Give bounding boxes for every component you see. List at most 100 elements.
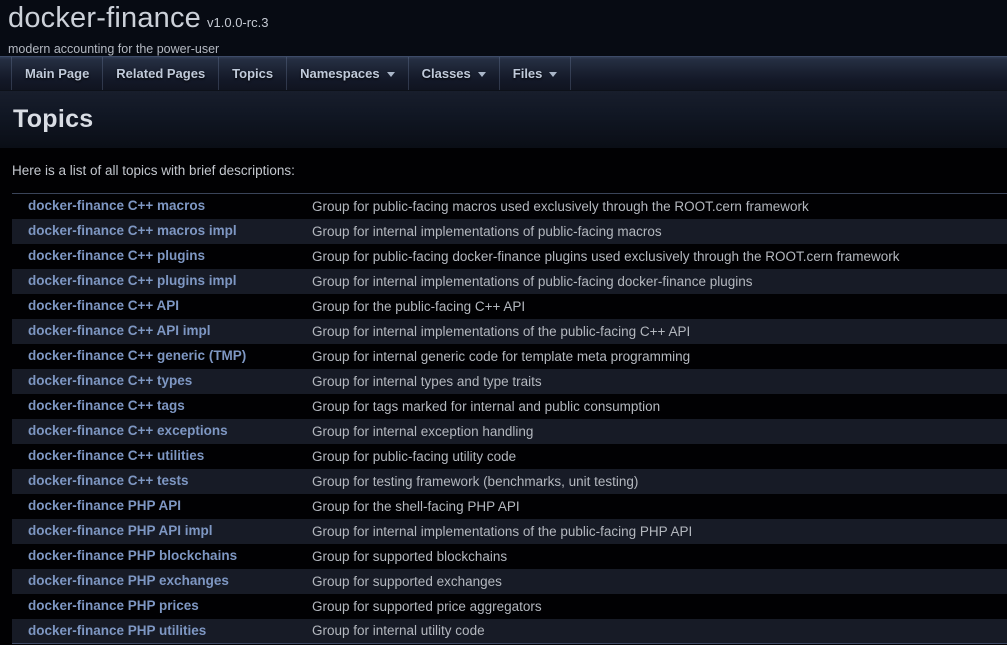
tab-label: Main Page: [25, 66, 89, 81]
topic-link[interactable]: docker-finance C++ API impl: [28, 323, 211, 338]
topic-link[interactable]: docker-finance C++ macros: [28, 198, 205, 213]
topic-description: Group for internal implementations of pu…: [311, 269, 1007, 294]
table-row: docker-finance C++ utilities Group for pu…: [12, 444, 1007, 469]
tab-namespaces[interactable]: Namespaces: [287, 57, 409, 90]
topic-entry-cell: docker-finance C++ macros impl: [12, 219, 311, 244]
tab-label: Topics: [232, 66, 273, 81]
topic-link[interactable]: docker-finance C++ generic (TMP): [28, 348, 246, 363]
topic-link[interactable]: docker-finance C++ exceptions: [28, 423, 228, 438]
topic-description: Group for the public-facing C++ API: [311, 294, 1007, 319]
topic-description: Group for internal generic code for temp…: [311, 344, 1007, 369]
topics-table: docker-finance C++ macros Group for publi…: [12, 193, 1007, 644]
table-row: docker-finance C++ tests Group for testin…: [12, 469, 1007, 494]
table-row: docker-finance C++ types Group for intern…: [12, 369, 1007, 394]
table-row: docker-finance PHP API impl Group for int…: [12, 519, 1007, 544]
topic-link[interactable]: docker-finance PHP API: [28, 498, 181, 513]
table-row: docker-finance PHP utilities Group for in…: [12, 619, 1007, 644]
topic-link[interactable]: docker-finance PHP prices: [28, 598, 199, 613]
topic-description: Group for supported price aggregators: [311, 594, 1007, 619]
topic-description: Group for public-facing docker-finance p…: [311, 244, 1007, 269]
table-row: docker-finance C++ API Group for the publ…: [12, 294, 1007, 319]
topic-link[interactable]: docker-finance C++ plugins impl: [28, 273, 237, 288]
table-row: docker-finance C++ macros Group for publi…: [12, 194, 1007, 219]
intro-text: Here is a list of all topics with brief …: [12, 163, 1007, 179]
chevron-down-icon: [478, 72, 486, 77]
topic-entry-cell: docker-finance C++ utilities: [12, 444, 311, 469]
table-row: docker-finance C++ plugins impl Group for…: [12, 269, 1007, 294]
table-row: docker-finance PHP API Group for the shel…: [12, 494, 1007, 519]
topic-description: Group for internal exception handling: [311, 419, 1007, 444]
tab-label: Files: [513, 66, 543, 81]
table-row: docker-finance C++ macros impl Group for …: [12, 219, 1007, 244]
topic-description: Group for supported exchanges: [311, 569, 1007, 594]
topic-entry-cell: docker-finance C++ plugins impl: [12, 269, 311, 294]
topic-description: Group for internal implementations of th…: [311, 319, 1007, 344]
tab-label: Classes: [422, 66, 471, 81]
tab-label: Namespaces: [300, 66, 380, 81]
topic-description: Group for the shell-facing PHP API: [311, 494, 1007, 519]
topic-entry-cell: docker-finance PHP blockchains: [12, 544, 311, 569]
topic-description: Group for internal utility code: [311, 619, 1007, 644]
nav-spacer: [0, 57, 12, 90]
topic-link[interactable]: docker-finance PHP API impl: [28, 523, 213, 538]
project-name: docker-finance: [8, 2, 201, 34]
topic-description: Group for internal implementations of th…: [311, 519, 1007, 544]
topic-link[interactable]: docker-finance C++ plugins: [28, 248, 205, 263]
topic-link[interactable]: docker-finance C++ tags: [28, 398, 185, 413]
tab-related-pages[interactable]: Related Pages: [103, 57, 219, 90]
topic-description: Group for supported blockchains: [311, 544, 1007, 569]
topic-entry-cell: docker-finance PHP exchanges: [12, 569, 311, 594]
topic-description: Group for public-facing macros used excl…: [311, 194, 1007, 219]
table-row: docker-finance PHP exchanges Group for su…: [12, 569, 1007, 594]
topic-entry-cell: docker-finance PHP API impl: [12, 519, 311, 544]
topic-entry-cell: docker-finance C++ tags: [12, 394, 311, 419]
page-header: Topics: [0, 90, 1007, 148]
topic-entry-cell: docker-finance C++ exceptions: [12, 419, 311, 444]
topic-link[interactable]: docker-finance C++ types: [28, 373, 192, 388]
topic-entry-cell: docker-finance C++ API: [12, 294, 311, 319]
topic-description: Group for internal types and type traits: [311, 369, 1007, 394]
table-row: docker-finance PHP prices Group for suppo…: [12, 594, 1007, 619]
nav-fill: [571, 57, 1007, 90]
table-row: docker-finance C++ exceptions Group for i…: [12, 419, 1007, 444]
title-area: docker-finance v1.0.0-rc.3 modern account…: [0, 0, 1007, 56]
topic-link[interactable]: docker-finance C++ tests: [28, 473, 189, 488]
tab-topics[interactable]: Topics: [219, 57, 287, 90]
topic-link[interactable]: docker-finance PHP utilities: [28, 623, 206, 638]
topic-link[interactable]: docker-finance PHP exchanges: [28, 573, 229, 588]
table-row: docker-finance C++ API impl Group for int…: [12, 319, 1007, 344]
topic-entry-cell: docker-finance PHP utilities: [12, 619, 311, 644]
topic-link[interactable]: docker-finance PHP blockchains: [28, 548, 237, 563]
tab-classes[interactable]: Classes: [409, 57, 500, 90]
project-brief: modern accounting for the power-user: [8, 42, 1007, 57]
topics-table-body: docker-finance C++ macros Group for publi…: [12, 194, 1007, 644]
topic-entry-cell: docker-finance C++ tests: [12, 469, 311, 494]
topic-entry-cell: docker-finance C++ API impl: [12, 319, 311, 344]
topic-description: Group for internal implementations of pu…: [311, 219, 1007, 244]
table-row: docker-finance C++ plugins Group for publ…: [12, 244, 1007, 269]
topic-description: Group for testing framework (benchmarks,…: [311, 469, 1007, 494]
tab-files[interactable]: Files: [500, 57, 572, 90]
topic-link[interactable]: docker-finance C++ macros impl: [28, 223, 237, 238]
topic-link[interactable]: docker-finance C++ API: [28, 298, 179, 313]
page-title: Topics: [13, 105, 1007, 134]
chevron-down-icon: [549, 72, 557, 77]
topic-entry-cell: docker-finance C++ types: [12, 369, 311, 394]
topic-entry-cell: docker-finance C++ generic (TMP): [12, 344, 311, 369]
topic-entry-cell: docker-finance PHP prices: [12, 594, 311, 619]
chevron-down-icon: [387, 72, 395, 77]
table-row: docker-finance PHP blockchains Group for …: [12, 544, 1007, 569]
topic-description: Group for tags marked for internal and p…: [311, 394, 1007, 419]
topic-description: Group for public-facing utility code: [311, 444, 1007, 469]
contents: Here is a list of all topics with brief …: [0, 148, 1007, 644]
table-row: docker-finance C++ generic (TMP) Group fo…: [12, 344, 1007, 369]
tab-main-page[interactable]: Main Page: [12, 57, 103, 90]
main-nav: Main Page Related Pages Topics Namespaces Cl…: [0, 56, 1007, 90]
topic-link[interactable]: docker-finance C++ utilities: [28, 448, 204, 463]
topic-entry-cell: docker-finance C++ macros: [12, 194, 311, 219]
table-row: docker-finance C++ tags Group for tags ma…: [12, 394, 1007, 419]
project-version: v1.0.0-rc.3: [207, 15, 268, 30]
topic-entry-cell: docker-finance PHP API: [12, 494, 311, 519]
topic-entry-cell: docker-finance C++ plugins: [12, 244, 311, 269]
tab-label: Related Pages: [116, 66, 205, 81]
